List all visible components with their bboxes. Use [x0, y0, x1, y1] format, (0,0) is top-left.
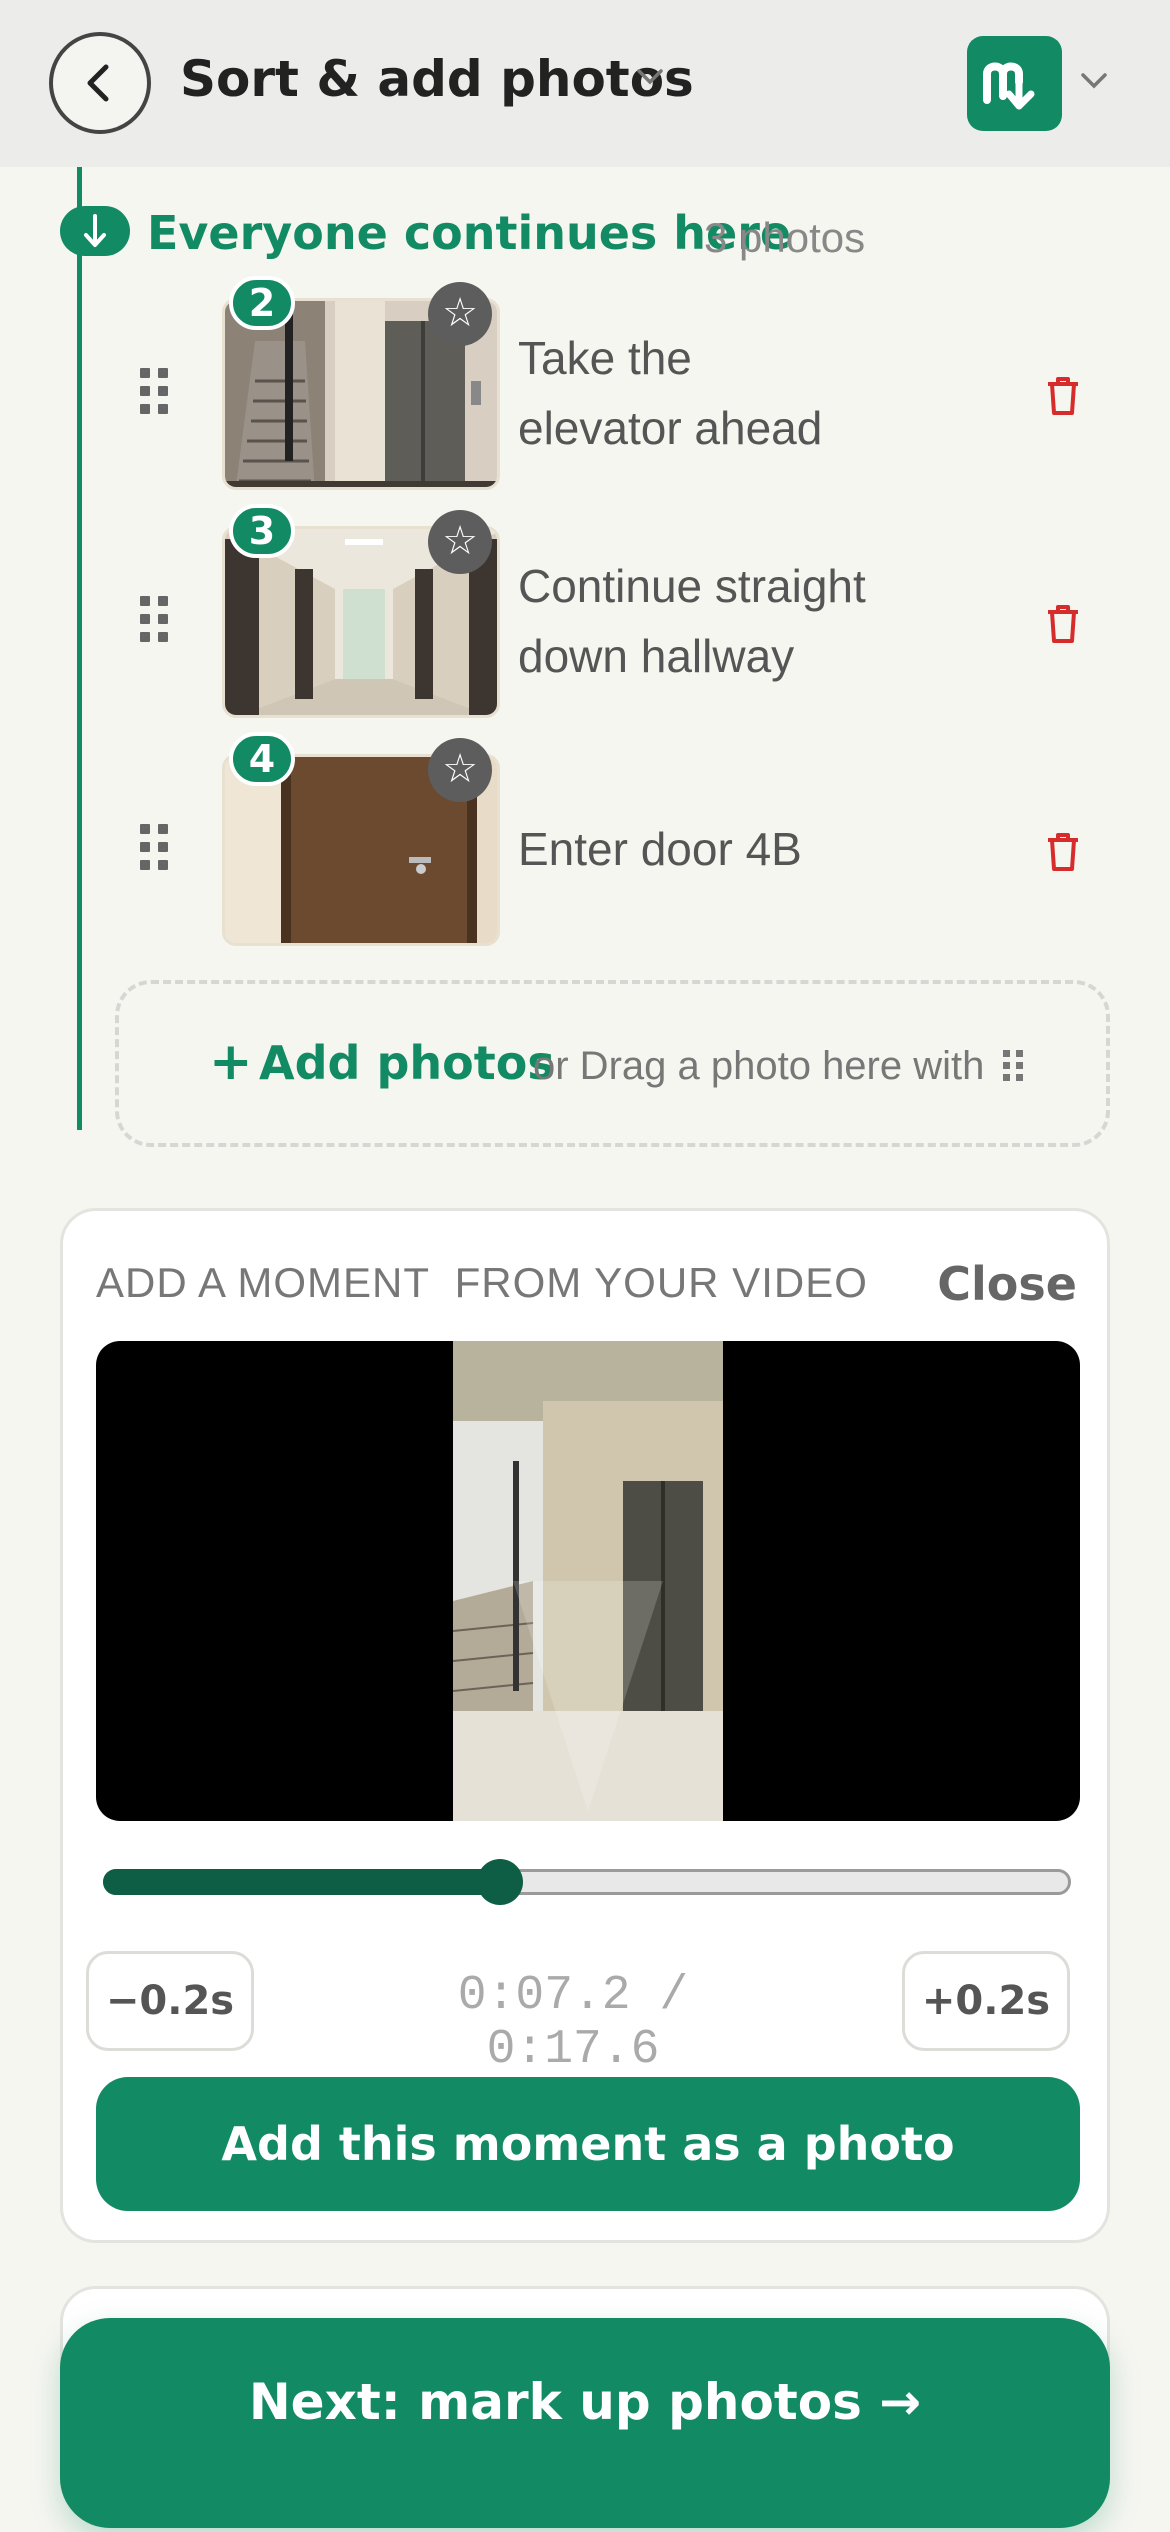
step-forward-button[interactable]: +0.2s: [902, 1951, 1070, 2051]
video-time-readout: 0:07.2 / 0:17.6: [457, 1969, 689, 2077]
add-photos-dropzone[interactable]: + Add photos or Drag a photo here with: [115, 980, 1110, 1147]
trash-icon[interactable]: [1044, 376, 1082, 416]
star-icon[interactable]: ☆: [428, 282, 492, 346]
star-icon[interactable]: ☆: [428, 510, 492, 574]
moment-heading: ADD A MOMENT FROM YOUR VIDEO: [96, 1259, 868, 1306]
trash-icon[interactable]: [1044, 832, 1082, 872]
back-button[interactable]: [49, 32, 151, 134]
add-photos-button[interactable]: Add photos: [259, 1036, 555, 1090]
photo-row[interactable]: 2 ☆ Take the elevator ahead: [0, 276, 1170, 498]
arrow-down-icon: [84, 214, 106, 247]
section-photo-count: 3 photos: [704, 214, 866, 261]
video-moment-panel: ADD A MOMENT FROM YOUR VIDEO Close −0.2s…: [60, 1208, 1110, 2243]
video-scrubber-handle[interactable]: [476, 1859, 523, 1905]
video-frame-image: [453, 1341, 723, 1821]
add-moment-button[interactable]: Add this moment as a photo: [96, 2077, 1080, 2211]
photo-row[interactable]: 4 ☆ Enter door 4B: [0, 732, 1170, 954]
plus-icon[interactable]: +: [209, 1032, 253, 1092]
step-number-badge: 4: [229, 732, 295, 786]
page-title[interactable]: Sort & add photos: [180, 50, 694, 108]
drag-hint: or Drag a photo here with: [533, 1044, 985, 1088]
app-logo-icon[interactable]: [967, 36, 1062, 131]
next-mark-up-button[interactable]: Next: mark up photos →: [60, 2318, 1110, 2528]
section-marker: [60, 206, 130, 256]
photo-caption[interactable]: Continue straight down hallway: [518, 551, 938, 691]
section-title: Everyone continues here: [147, 206, 792, 260]
account-chevron-down-icon[interactable]: [1080, 72, 1108, 90]
chevron-down-icon[interactable]: [636, 68, 664, 86]
step-number-badge: 3: [229, 504, 295, 558]
step-back-button[interactable]: −0.2s: [86, 1951, 254, 2051]
top-bar: Sort & add photos: [0, 0, 1170, 167]
trash-icon[interactable]: [1044, 604, 1082, 644]
video-player[interactable]: [96, 1341, 1080, 1821]
chevron-left-icon: [87, 64, 109, 102]
photo-caption[interactable]: Take the elevator ahead: [518, 323, 938, 463]
video-scrubber-progress: [103, 1869, 500, 1895]
step-number-badge: 2: [229, 276, 295, 330]
star-icon[interactable]: ☆: [428, 738, 492, 802]
photo-caption[interactable]: Enter door 4B: [518, 814, 938, 884]
photo-row[interactable]: 3 ☆ Continue straight down hallway: [0, 504, 1170, 726]
close-button[interactable]: Close: [937, 1257, 1077, 1311]
